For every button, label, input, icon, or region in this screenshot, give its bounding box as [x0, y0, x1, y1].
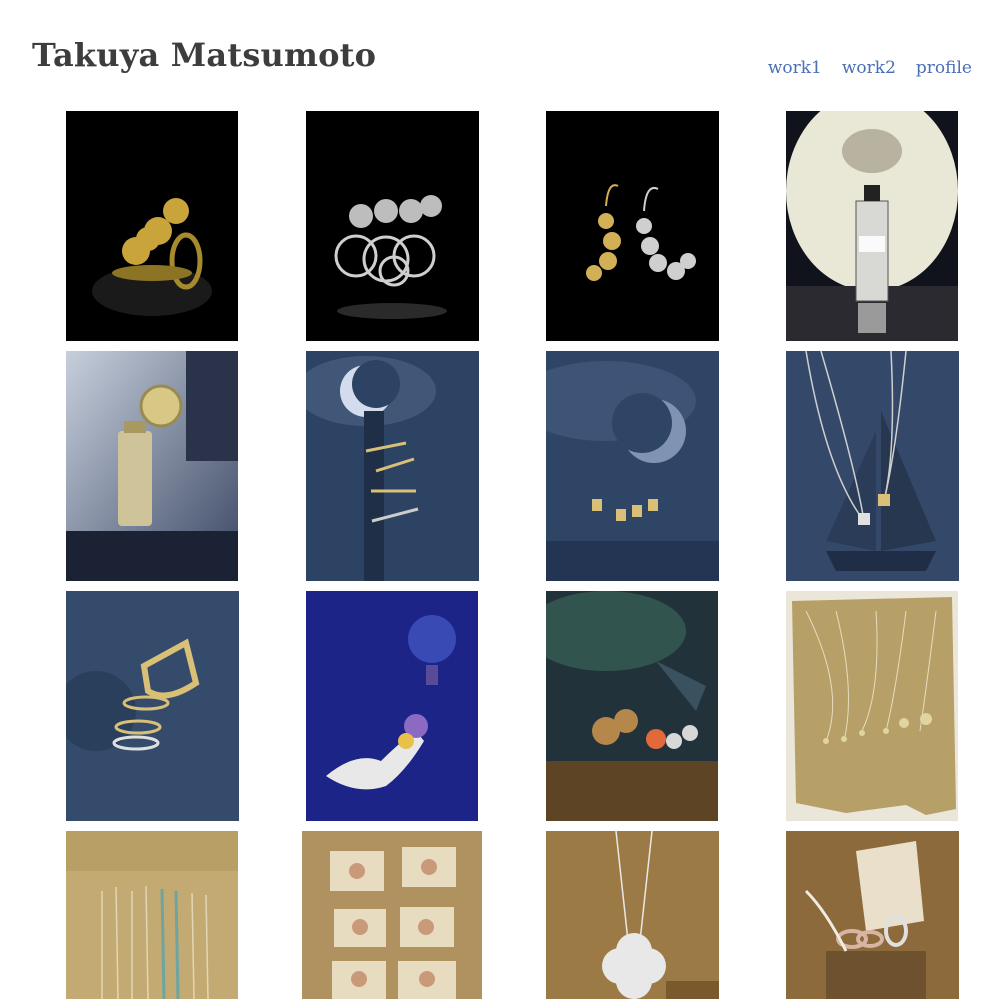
photo-thumbnail[interactable]: [546, 831, 719, 999]
photo-thumbnail[interactable]: [786, 831, 959, 999]
photo-thumbnail[interactable]: [546, 111, 719, 341]
photo-thumbnail[interactable]: [66, 111, 238, 341]
photo-thumbnail[interactable]: [786, 591, 958, 821]
photo-grid: [0, 0, 1000, 999]
photo-thumbnail[interactable]: [306, 351, 479, 581]
photo-thumbnail[interactable]: [66, 591, 239, 821]
photo-thumbnail[interactable]: [306, 591, 478, 821]
photo-thumbnail[interactable]: [66, 831, 238, 999]
photo-thumbnail[interactable]: [786, 351, 959, 581]
photo-thumbnail[interactable]: [306, 111, 479, 341]
photo-thumbnail[interactable]: [546, 591, 718, 821]
photo-thumbnail[interactable]: [546, 351, 719, 581]
photo-thumbnail[interactable]: [302, 831, 482, 999]
photo-thumbnail[interactable]: [786, 111, 958, 341]
photo-thumbnail[interactable]: [66, 351, 238, 581]
